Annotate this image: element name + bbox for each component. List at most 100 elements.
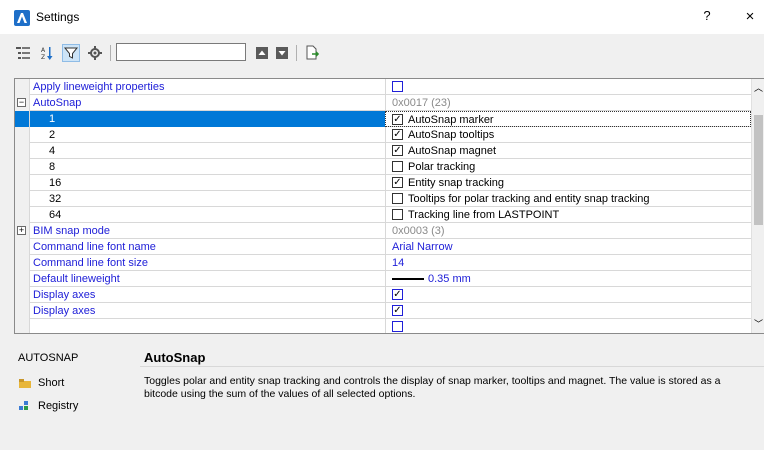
property-name: 4 [49, 145, 56, 157]
table-row-selected[interactable]: 1 ✓ AutoSnap marker [15, 111, 751, 127]
table-row[interactable]: Display axes ✓ [15, 287, 751, 303]
scroll-up-icon[interactable]: ︿ [754, 81, 763, 94]
table-row[interactable]: 32 Tooltips for polar tracking and entit… [15, 191, 751, 207]
property-name: AutoSnap [33, 97, 82, 109]
property-name: 32 [49, 193, 62, 205]
property-value-cell[interactable]: ✓ AutoSnap tooltips [385, 127, 751, 143]
collapse-icon[interactable]: − [17, 98, 26, 107]
property-value-cell[interactable]: 14 [385, 255, 751, 271]
previous-match-icon[interactable] [253, 44, 271, 62]
row-gutter [15, 255, 30, 271]
description-text: Toggles polar and entity snap tracking a… [144, 375, 721, 400]
close-button[interactable]: × [740, 8, 760, 26]
property-grid: Apply lineweight properties − AutoSnap 0… [14, 78, 764, 334]
property-name: 64 [49, 209, 62, 221]
table-row[interactable] [15, 319, 751, 333]
row-gutter [15, 239, 30, 255]
table-row[interactable]: 16 ✓ Entity snap tracking [15, 175, 751, 191]
expand-icon[interactable]: + [17, 226, 26, 235]
option-label: Tooltips for polar tracking and entity s… [408, 193, 650, 205]
help-button[interactable]: ? [697, 8, 717, 26]
property-value-cell[interactable] [385, 319, 751, 333]
title-bar: Settings ? × [0, 0, 764, 34]
property-name: Apply lineweight properties [33, 81, 165, 93]
option-checkbox[interactable] [392, 193, 403, 204]
property-value-cell[interactable]: 0.35 mm [385, 271, 751, 287]
option-checkbox[interactable] [392, 209, 403, 220]
option-label: AutoSnap tooltips [408, 129, 495, 141]
property-value-cell[interactable]: Tooltips for polar tracking and entity s… [385, 191, 751, 207]
option-label: Polar tracking [408, 161, 476, 173]
filter-icon[interactable] [62, 44, 80, 62]
table-row[interactable]: − AutoSnap 0x0017 (23) [15, 95, 751, 111]
property-checkbox[interactable]: ✓ [392, 289, 403, 300]
divider [140, 366, 764, 367]
property-name: Command line font size [33, 257, 148, 269]
sort-alphabetical-icon[interactable]: AZ [38, 44, 56, 62]
property-checkbox[interactable]: ✓ [392, 305, 403, 316]
option-checkbox[interactable]: ✓ [392, 129, 403, 140]
short-icon [18, 377, 32, 389]
property-value-cell[interactable]: ✓ [385, 303, 751, 319]
property-value-cell[interactable] [385, 79, 751, 95]
property-value: 14 [392, 257, 405, 269]
settings-icon[interactable] [86, 44, 104, 62]
property-value-cell[interactable]: Polar tracking [385, 159, 751, 175]
property-name: Display axes [33, 305, 96, 317]
short-option[interactable]: Short [18, 377, 64, 389]
scrollbar-thumb[interactable] [754, 115, 763, 225]
table-row[interactable]: 64 Tracking line from LASTPOINT [15, 207, 751, 223]
row-gutter [15, 111, 30, 127]
property-checkbox[interactable] [392, 81, 403, 92]
table-row[interactable]: Apply lineweight properties [15, 79, 751, 95]
property-value-cell[interactable]: Tracking line from LASTPOINT [385, 207, 751, 223]
option-checkbox[interactable]: ✓ [392, 145, 403, 156]
table-row[interactable]: 8 Polar tracking [15, 159, 751, 175]
table-row[interactable]: Command line font name Arial Narrow [15, 239, 751, 255]
property-value-cell[interactable]: 0x0017 (23) [385, 95, 751, 111]
svg-text:Z: Z [41, 54, 45, 61]
categorized-view-icon[interactable] [14, 44, 32, 62]
property-value: Arial Narrow [392, 241, 453, 253]
window-title: Settings [36, 10, 80, 24]
property-checkbox[interactable] [392, 321, 403, 332]
export-icon[interactable] [303, 44, 321, 62]
property-value: 0.35 mm [428, 273, 471, 285]
property-value: 0x0003 (3) [392, 225, 445, 237]
option-label: AutoSnap marker [408, 114, 494, 126]
row-gutter: + [15, 223, 30, 239]
option-checkbox[interactable] [392, 161, 403, 172]
registry-label: Registry [38, 400, 79, 412]
option-label: AutoSnap magnet [408, 145, 497, 157]
property-value-cell[interactable]: ✓ Entity snap tracking [385, 175, 751, 191]
property-value-cell[interactable]: ✓ AutoSnap marker [385, 111, 751, 127]
property-name: 16 [49, 177, 62, 189]
option-checkbox[interactable]: ✓ [392, 114, 403, 125]
table-row[interactable]: Default lineweight 0.35 mm [15, 271, 751, 287]
property-value-cell[interactable]: ✓ [385, 287, 751, 303]
row-gutter [15, 287, 30, 303]
row-gutter [15, 303, 30, 319]
property-name: Default lineweight [33, 273, 120, 285]
property-value-cell[interactable]: Arial Narrow [385, 239, 751, 255]
property-name: Command line font name [33, 241, 156, 253]
option-checkbox[interactable]: ✓ [392, 177, 403, 188]
table-row[interactable]: + BIM snap mode 0x0003 (3) [15, 223, 751, 239]
table-row[interactable]: Command line font size 14 [15, 255, 751, 271]
option-label: Tracking line from LASTPOINT [408, 209, 560, 221]
search-input[interactable] [116, 43, 246, 61]
next-match-icon[interactable] [273, 44, 291, 62]
registry-option[interactable]: Registry [18, 400, 78, 412]
table-row[interactable]: Display axes ✓ [15, 303, 751, 319]
vertical-scrollbar[interactable]: ︿ ﹀ [751, 79, 764, 333]
property-value-cell[interactable]: ✓ AutoSnap magnet [385, 143, 751, 159]
row-gutter [15, 159, 30, 175]
scroll-down-icon[interactable]: ﹀ [754, 317, 763, 330]
property-name: 8 [49, 161, 56, 173]
row-gutter [15, 175, 30, 191]
table-row[interactable]: 2 ✓ AutoSnap tooltips [15, 127, 751, 143]
row-gutter [15, 319, 30, 333]
property-value-cell[interactable]: 0x0003 (3) [385, 223, 751, 239]
selection-highlight [30, 111, 385, 127]
table-row[interactable]: 4 ✓ AutoSnap magnet [15, 143, 751, 159]
